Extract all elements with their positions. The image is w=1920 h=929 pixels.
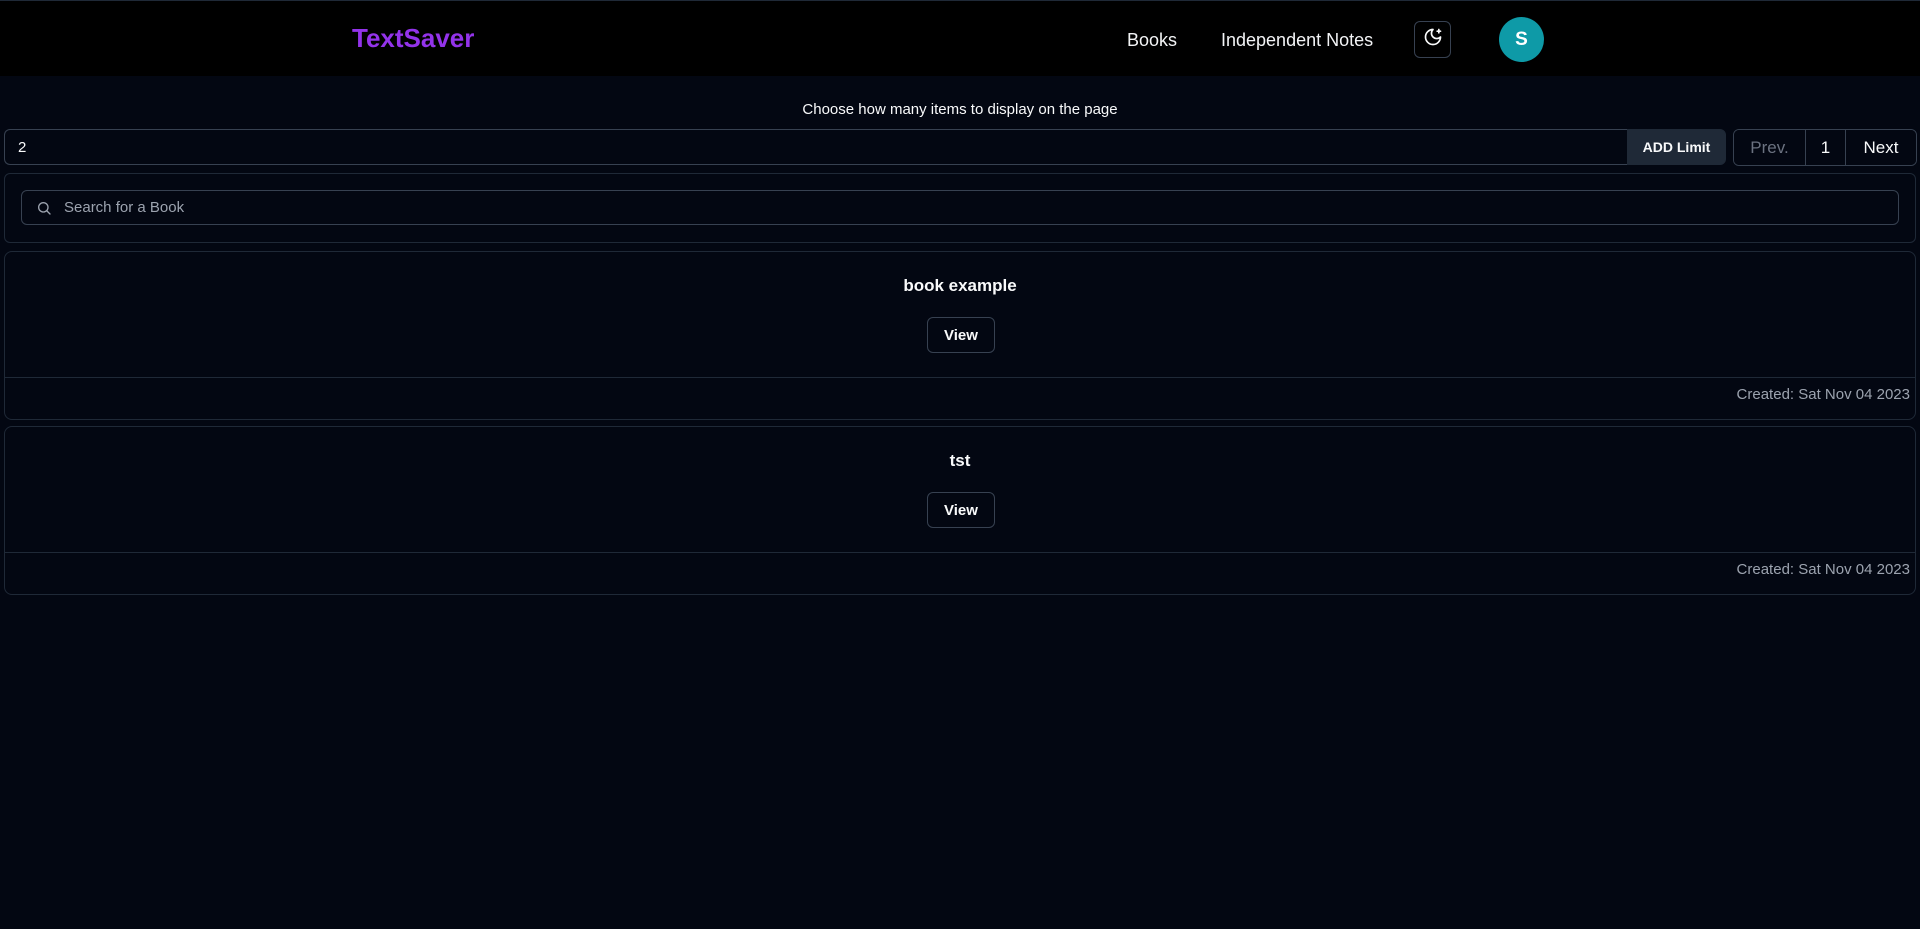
navbar: TextSaver Books Independent Notes S: [0, 0, 1920, 76]
search-card: [4, 173, 1916, 243]
nav-link-independent-notes[interactable]: Independent Notes: [1221, 30, 1373, 51]
search-input[interactable]: [64, 191, 1898, 224]
book-card: book example View Created: Sat Nov 04 20…: [4, 251, 1916, 420]
theme-toggle-button[interactable]: [1414, 21, 1451, 58]
pagination: Prev. 1 Next: [1733, 129, 1917, 166]
search-box: [21, 190, 1899, 225]
search-icon: [36, 199, 54, 217]
view-book-button[interactable]: View: [927, 317, 995, 353]
book-card: tst View Created: Sat Nov 04 2023: [4, 426, 1916, 595]
user-avatar[interactable]: S: [1499, 17, 1544, 62]
book-card-footer: Created: Sat Nov 04 2023: [5, 377, 1915, 420]
book-title: tst: [949, 451, 971, 470]
limit-label: Choose how many items to display on the …: [802, 101, 1118, 118]
prev-page-button[interactable]: Prev.: [1734, 130, 1806, 165]
add-limit-button[interactable]: ADD Limit: [1627, 129, 1726, 165]
book-title: book example: [903, 276, 1017, 295]
page-number-button[interactable]: 1: [1806, 130, 1846, 165]
brand-logo[interactable]: TextSaver: [352, 23, 474, 54]
limit-input[interactable]: [4, 129, 1627, 165]
book-card-footer: Created: Sat Nov 04 2023: [5, 552, 1915, 595]
created-date: Created: Sat Nov 04 2023: [1736, 561, 1910, 578]
created-date: Created: Sat Nov 04 2023: [1736, 386, 1910, 403]
nav-link-books[interactable]: Books: [1127, 30, 1177, 51]
limit-form: ADD Limit: [4, 129, 1726, 165]
moon-icon: [1423, 27, 1443, 52]
next-page-button[interactable]: Next: [1846, 130, 1916, 165]
view-book-button[interactable]: View: [927, 492, 995, 528]
